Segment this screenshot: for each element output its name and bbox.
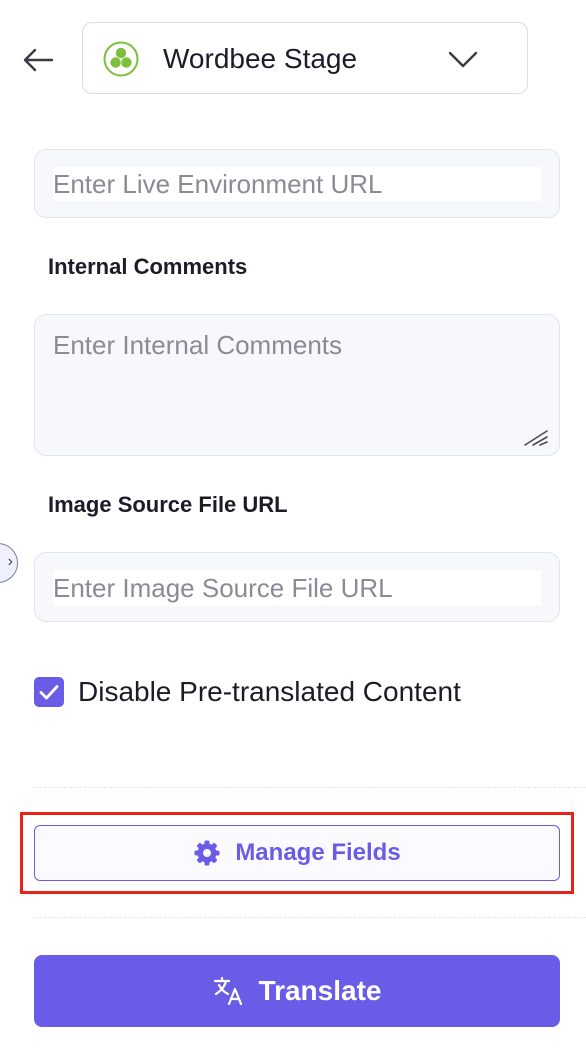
project-name: Wordbee Stage bbox=[163, 43, 358, 74]
disable-pretranslated-checkbox[interactable] bbox=[34, 677, 64, 707]
arrow-left-icon bbox=[23, 48, 54, 72]
side-panel-toggle[interactable]: › bbox=[0, 543, 18, 583]
chevron-right-icon: › bbox=[7, 553, 13, 570]
image-source-url-input[interactable] bbox=[53, 570, 541, 606]
divider bbox=[34, 787, 586, 788]
back-button[interactable] bbox=[18, 40, 58, 80]
check-icon bbox=[39, 685, 59, 700]
translation-panel: Wordbee Stage Internal Comments Image So… bbox=[0, 0, 586, 1064]
translate-icon bbox=[213, 976, 242, 1006]
manage-fields-button[interactable]: Manage Fields bbox=[34, 825, 560, 881]
resize-handle-icon[interactable] bbox=[523, 427, 549, 447]
live-url-field bbox=[34, 149, 560, 218]
image-source-url-field bbox=[34, 552, 560, 622]
disable-pretranslated-label[interactable]: Disable Pre-translated Content bbox=[78, 675, 461, 709]
internal-comments-label: Internal Comments bbox=[48, 254, 248, 279]
project-dropdown[interactable]: Wordbee Stage bbox=[82, 22, 528, 94]
chevron-down-icon bbox=[448, 51, 478, 68]
wordbee-logo-icon bbox=[103, 41, 139, 77]
internal-comments-field bbox=[34, 314, 560, 456]
image-source-url-label: Image Source File URL bbox=[48, 492, 288, 517]
translate-button[interactable]: Translate bbox=[34, 955, 560, 1027]
translate-label: Translate bbox=[258, 975, 382, 1006]
internal-comments-textarea[interactable] bbox=[53, 329, 541, 429]
divider bbox=[34, 917, 586, 918]
live-url-input[interactable] bbox=[53, 167, 541, 201]
manage-fields-label: Manage Fields bbox=[235, 839, 401, 866]
gear-icon bbox=[194, 840, 220, 866]
